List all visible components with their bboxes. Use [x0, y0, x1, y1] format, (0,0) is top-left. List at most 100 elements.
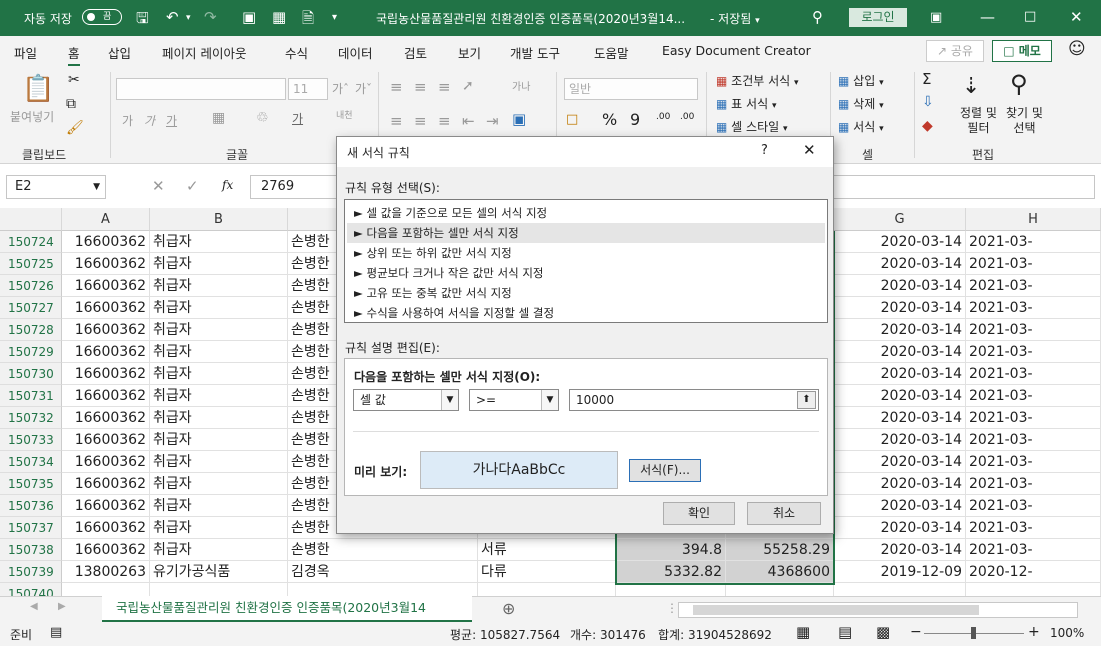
- cell-g[interactable]: [834, 583, 966, 596]
- cell-g[interactable]: 2020-03-14: [834, 231, 966, 253]
- format-button[interactable]: 서식(F)...: [629, 459, 701, 482]
- cell-styles-button[interactable]: ▦ 셀 스타일 ▾: [716, 118, 788, 135]
- scrollbar-thumb[interactable]: [693, 605, 979, 615]
- cell-g[interactable]: 2020-03-14: [834, 385, 966, 407]
- customize-qat-icon[interactable]: ▾: [332, 12, 337, 23]
- horizontal-scrollbar[interactable]: [678, 602, 1078, 618]
- cell-a[interactable]: 16600362: [62, 407, 150, 429]
- column-header-b[interactable]: B: [150, 208, 288, 231]
- macro-record-icon[interactable]: ▤: [50, 625, 62, 640]
- ribbon-display-icon[interactable]: ▣: [930, 10, 942, 25]
- autosave-toggle[interactable]: 끔: [82, 9, 122, 25]
- align-bottom-icon[interactable]: ≡: [438, 78, 451, 96]
- cell-b[interactable]: 취급자: [150, 451, 288, 473]
- name-box[interactable]: E2 ▼: [6, 175, 106, 199]
- cell-h[interactable]: 2021-03-: [966, 517, 1101, 539]
- copy-icon[interactable]: ⧉: [66, 96, 76, 112]
- new-doc-icon[interactable]: 🗎: [302, 8, 314, 33]
- cell-g[interactable]: 2020-03-14: [834, 319, 966, 341]
- normal-view-icon[interactable]: ▦: [796, 623, 810, 641]
- maximize-icon[interactable]: □: [1024, 9, 1036, 24]
- cell-g[interactable]: 2020-03-14: [834, 451, 966, 473]
- condition-type-select[interactable]: 셀 값 ▼: [353, 389, 459, 411]
- sort-filter-icon[interactable]: ⇣: [962, 74, 980, 99]
- wrap-text-icon[interactable]: 가나: [512, 78, 530, 93]
- cell-b[interactable]: 취급자: [150, 275, 288, 297]
- cell-h[interactable]: 2021-03-: [966, 451, 1101, 473]
- rule-type-item-selected[interactable]: ► 다음을 포함하는 셀만 서식 지정: [347, 223, 825, 243]
- cell-h[interactable]: 2021-03-: [966, 363, 1101, 385]
- cell-a[interactable]: 16600362: [62, 495, 150, 517]
- add-sheet-icon[interactable]: ⊕: [502, 599, 515, 618]
- comma-icon[interactable]: 9: [630, 110, 640, 129]
- cell-a[interactable]: 16600362: [62, 341, 150, 363]
- format-as-table-button[interactable]: ▦ 표 서식 ▾: [716, 95, 776, 112]
- cell-g[interactable]: 2020-03-14: [834, 407, 966, 429]
- select-all-corner[interactable]: [0, 208, 62, 231]
- phonetic-icon[interactable]: 내천: [336, 108, 353, 121]
- cell-c[interactable]: 김경옥: [288, 561, 478, 583]
- smiley-icon[interactable]: ☺: [1068, 39, 1086, 59]
- cell-a[interactable]: 13800263: [62, 561, 150, 583]
- undo-icon[interactable]: ↶: [166, 8, 179, 26]
- cell-d[interactable]: 다류: [478, 561, 616, 583]
- tab-formulas[interactable]: 수식: [285, 43, 308, 62]
- cell-b[interactable]: 취급자: [150, 495, 288, 517]
- more-options-icon[interactable]: ⋮: [666, 601, 678, 615]
- prev-sheet-icon[interactable]: ◀: [30, 601, 38, 612]
- grow-font-icon[interactable]: 가ˆ: [332, 80, 349, 97]
- rule-type-list[interactable]: ► 셀 값을 기준으로 모든 셀의 서식 지정 ► 다음을 포함하는 셀만 서식…: [344, 199, 828, 323]
- conditional-format-button[interactable]: ▦ 조건부 서식 ▾: [716, 72, 799, 89]
- zoom-slider-thumb[interactable]: [971, 627, 976, 639]
- cell-a[interactable]: 16600362: [62, 231, 150, 253]
- increase-decimal-icon[interactable]: .00: [656, 112, 670, 122]
- row-header[interactable]: 150729: [0, 341, 62, 363]
- cell-g[interactable]: 2020-03-14: [834, 539, 966, 561]
- zoom-in-icon[interactable]: +: [1028, 624, 1040, 640]
- row-header[interactable]: 150739: [0, 561, 62, 583]
- row-header[interactable]: 150726: [0, 275, 62, 297]
- cell-g[interactable]: 2020-03-14: [834, 473, 966, 495]
- bold-icon[interactable]: 가: [122, 112, 133, 129]
- italic-icon[interactable]: 가: [144, 112, 155, 129]
- cell-b[interactable]: 취급자: [150, 473, 288, 495]
- cell-b[interactable]: 취급자: [150, 539, 288, 561]
- page-layout-view-icon[interactable]: ▤: [838, 623, 852, 641]
- row-header[interactable]: 150727: [0, 297, 62, 319]
- cell-b[interactable]: 취급자: [150, 253, 288, 275]
- row-header[interactable]: 150734: [0, 451, 62, 473]
- cell-g[interactable]: 2020-03-14: [834, 297, 966, 319]
- row-header[interactable]: 150730: [0, 363, 62, 385]
- rule-type-item[interactable]: ► 평균보다 크거나 작은 값만 서식 지정: [347, 263, 825, 283]
- zoom-level[interactable]: 100%: [1050, 626, 1084, 640]
- row-header[interactable]: 150725: [0, 253, 62, 275]
- cell-g[interactable]: 2019-12-09: [834, 561, 966, 583]
- row-header[interactable]: 150724: [0, 231, 62, 253]
- cut-icon[interactable]: ✂: [68, 72, 80, 88]
- value-input[interactable]: 10000: [569, 389, 819, 411]
- range-picker-icon[interactable]: ⬆: [797, 391, 816, 409]
- cell-a[interactable]: 16600362: [62, 297, 150, 319]
- percent-icon[interactable]: %: [602, 110, 617, 129]
- cancel-icon[interactable]: ✕: [152, 177, 165, 195]
- tab-home[interactable]: 홈: [68, 43, 80, 66]
- orientation-icon[interactable]: ➚: [462, 78, 474, 94]
- cell-d[interactable]: 서류: [478, 539, 616, 561]
- format-cells-button[interactable]: ▦ 서식 ▾: [838, 118, 884, 135]
- enter-icon[interactable]: ✓: [186, 177, 199, 195]
- cell-h[interactable]: 2021-03-: [966, 341, 1101, 363]
- cell-h[interactable]: 2021-03-: [966, 429, 1101, 451]
- cell-g[interactable]: 2020-03-14: [834, 275, 966, 297]
- paste-label[interactable]: 붙여넣기: [10, 108, 54, 125]
- rule-type-item[interactable]: ► 셀 값을 기준으로 모든 셀의 서식 지정: [347, 203, 825, 223]
- cell-g[interactable]: 2020-03-14: [834, 253, 966, 275]
- cell-a[interactable]: 16600362: [62, 385, 150, 407]
- cell-b[interactable]: 취급자: [150, 297, 288, 319]
- cell-h[interactable]: 2021-03-: [966, 297, 1101, 319]
- help-icon[interactable]: ?: [761, 143, 768, 158]
- cell-h[interactable]: 2021-03-: [966, 473, 1101, 495]
- cell-a[interactable]: 16600362: [62, 473, 150, 495]
- cell-a[interactable]: 16600362: [62, 253, 150, 275]
- cell-b[interactable]: 유기가공식품: [150, 561, 288, 583]
- font-name-dropdown[interactable]: [116, 78, 286, 100]
